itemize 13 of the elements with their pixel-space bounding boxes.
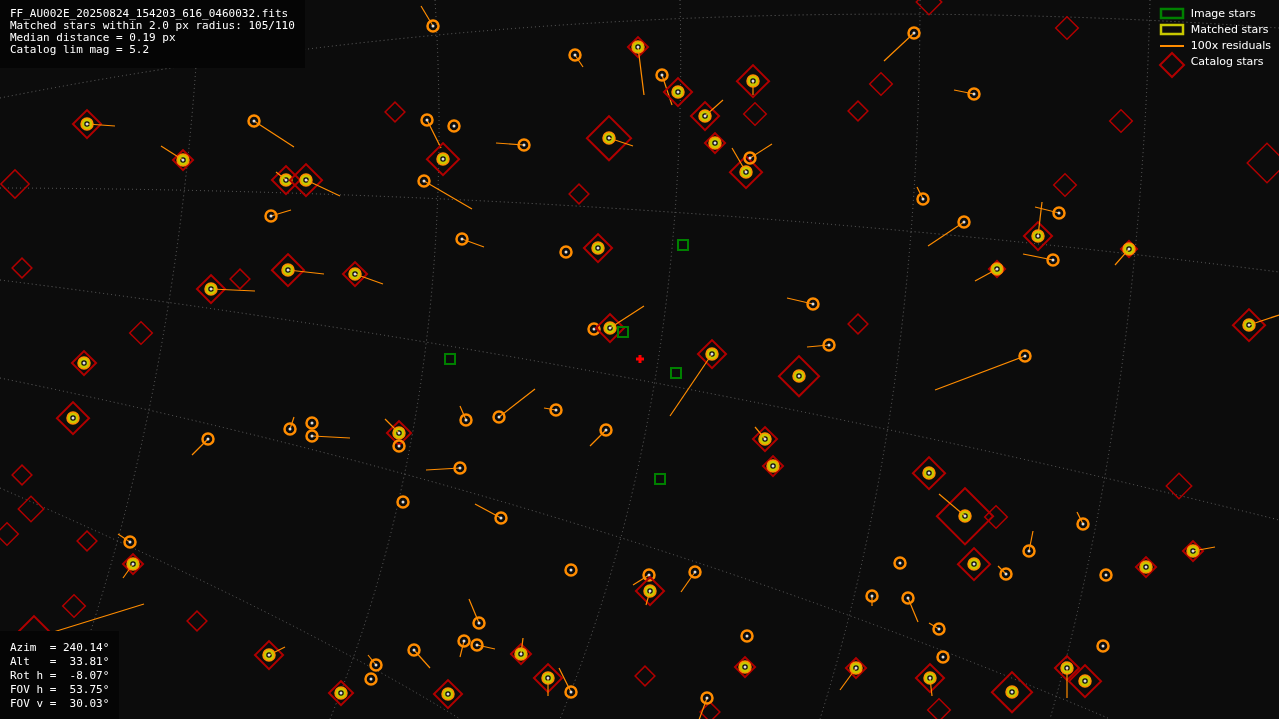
legend-label: 100x residuals [1190,39,1271,52]
pointing-text: FOV v = 30.03° [10,697,110,711]
legend-label: Image stars [1190,7,1256,20]
info-text: Catalog lim mag = 5.2 [10,44,151,56]
legend-label: Matched stars [1190,23,1269,36]
legend-label: Catalog stars [1190,55,1264,68]
info-text: FF_AU002E_20250824_154203_616_0460032.fits [10,8,290,20]
info-text: Matched stars within 2.0 px radius: 105/110 [10,20,295,32]
pointing-text: FOV h = 53.75° [10,683,110,697]
pointing-text: Alt = 33.81° [10,655,110,669]
pointing-text: Rot h = -8.07° [10,669,110,683]
info-text: Median distance = 0.19 px [10,32,177,44]
pointing-text: Azim = 240.14° [10,641,110,655]
